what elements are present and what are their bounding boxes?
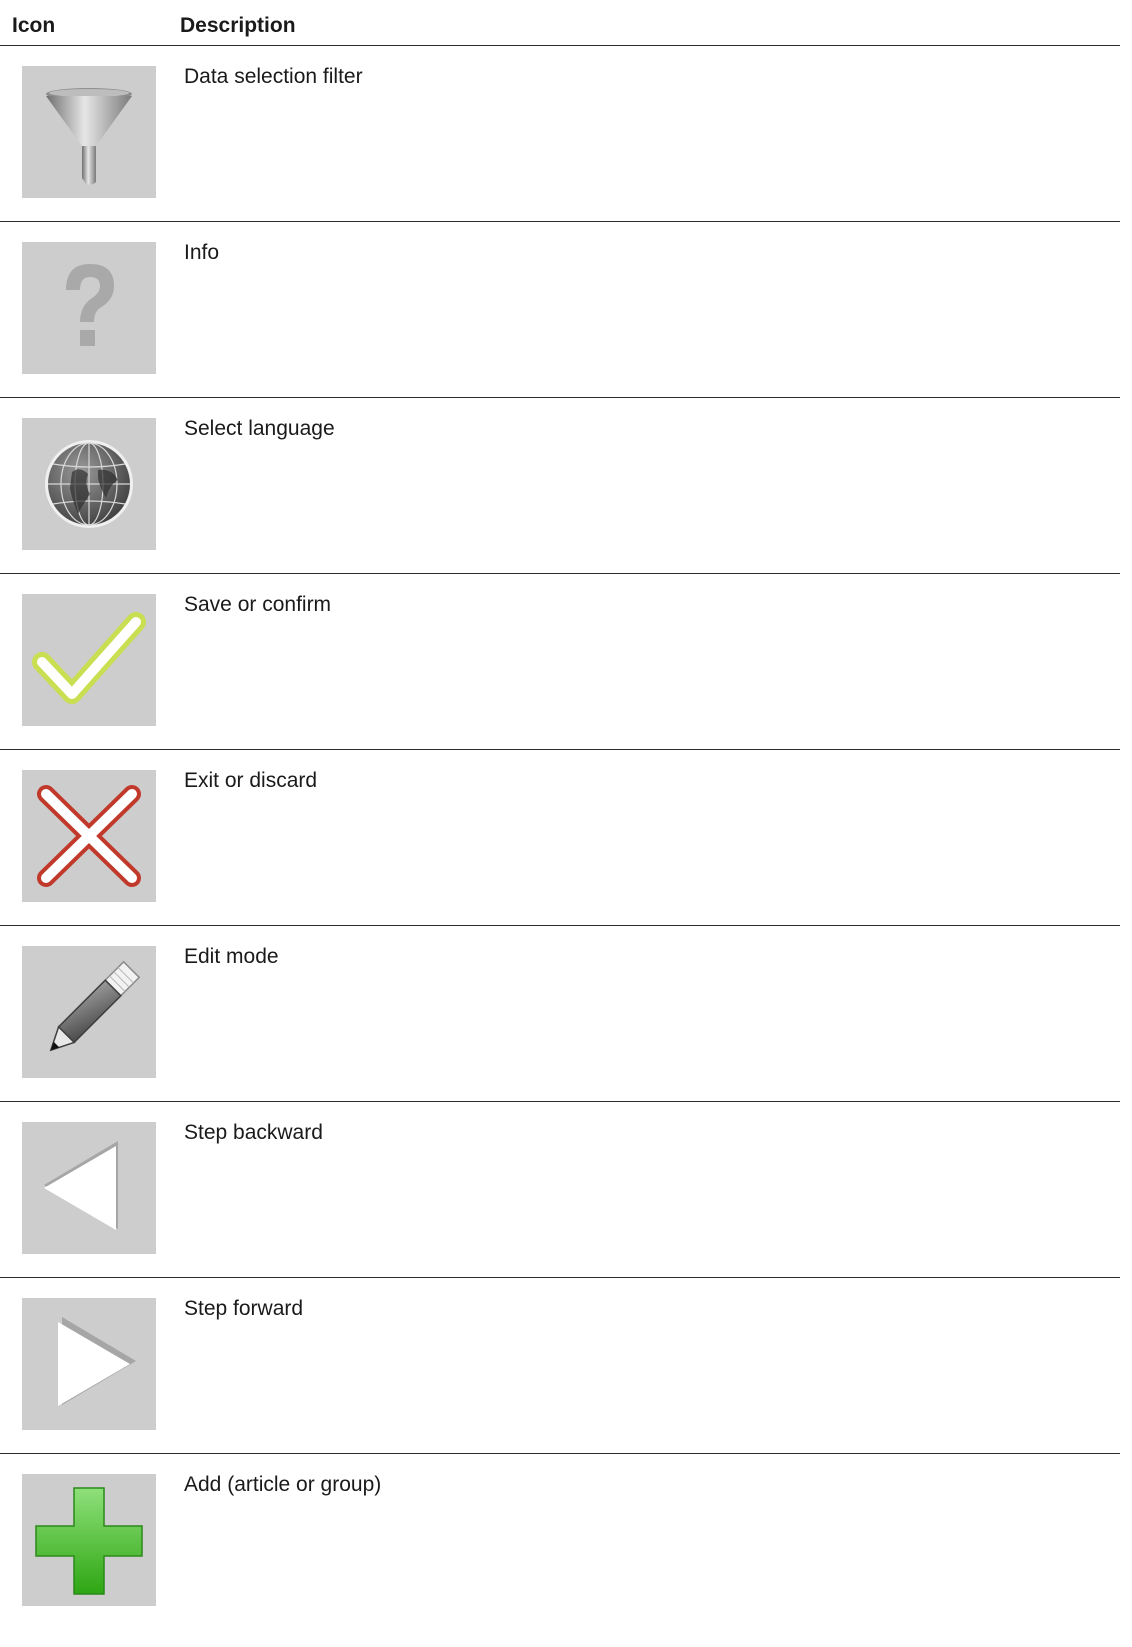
row-description: Save or confirm xyxy=(184,593,332,616)
table-row: Save or confirm xyxy=(0,574,1120,750)
table-row: Select language xyxy=(0,398,1120,574)
pencil-icon xyxy=(22,946,156,1078)
table-row: Step backward xyxy=(0,1102,1120,1278)
question-mark-icon xyxy=(22,242,156,374)
table-row: Data selection filter xyxy=(0,46,1120,222)
row-description: Step forward xyxy=(184,1297,304,1320)
table-row: Info xyxy=(0,222,1120,398)
table-row: Add (article or group) xyxy=(0,1454,1120,1630)
triangle-right-icon xyxy=(22,1298,156,1430)
table-row: Step forward xyxy=(0,1278,1120,1454)
table-row: Edit mode xyxy=(0,926,1120,1102)
table-header: Icon Description xyxy=(0,0,1120,46)
globe-icon xyxy=(22,418,156,550)
row-description: Info xyxy=(184,241,220,264)
row-description: Data selection filter xyxy=(184,65,363,88)
header-icon-column: Icon xyxy=(12,14,56,37)
table-row: Exit or discard xyxy=(0,750,1120,926)
funnel-icon xyxy=(22,66,156,198)
row-description: Edit mode xyxy=(184,945,279,968)
row-description: Add (article or group) xyxy=(184,1473,382,1496)
row-description: Step backward xyxy=(184,1121,323,1144)
icon-table: Icon Description Data selection filter I… xyxy=(0,0,1120,1630)
triangle-left-icon xyxy=(22,1122,156,1254)
row-description: Select language xyxy=(184,417,335,440)
row-description: Exit or discard xyxy=(184,769,318,792)
plus-icon xyxy=(22,1474,156,1606)
header-description-column: Description xyxy=(180,14,296,37)
cross-icon xyxy=(22,770,156,902)
checkmark-icon xyxy=(22,594,156,726)
